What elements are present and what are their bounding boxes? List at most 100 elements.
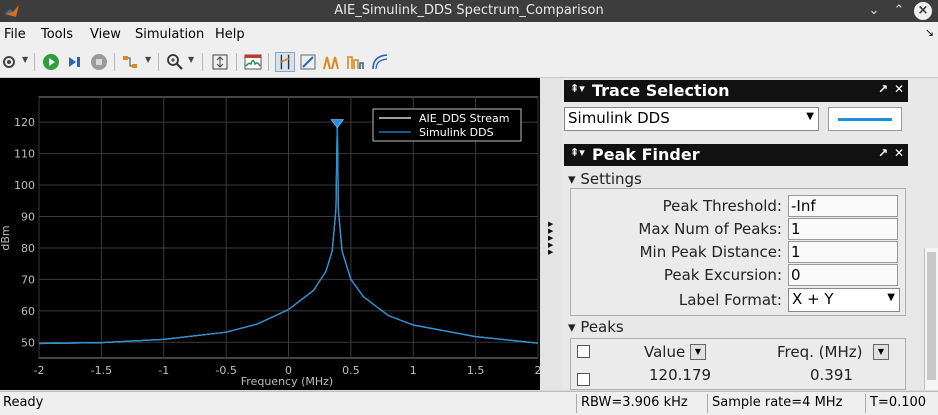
title-bar: AIE_Simulink_DDS Spectrum_Comparison ⌄ ⌃…	[0, 0, 938, 22]
y-tick-label: 70	[21, 273, 35, 286]
toolbar: ▼ ▼ ▼	[0, 48, 938, 78]
step-forward-icon[interactable]	[65, 52, 85, 72]
undock-icon[interactable]: ↗	[878, 146, 888, 160]
spectrum-settings-icon[interactable]	[243, 52, 263, 72]
chevron-down-icon: ▼	[806, 111, 814, 122]
status-ready: Ready	[3, 395, 44, 410]
x-tick-label: 1.5	[467, 364, 485, 377]
plot-legend: AIE_DDS Stream Simulink DDS	[372, 108, 522, 142]
panel-pin-icon[interactable]: ⇞▾	[570, 146, 585, 159]
scrollbar-thumb[interactable]	[927, 252, 936, 380]
x-tick-label: 1	[410, 364, 417, 377]
x-axis-label: Frequency (MHz)	[241, 375, 333, 388]
distortion-measurements-icon[interactable]	[345, 52, 365, 72]
panel-close-icon[interactable]: ✕	[894, 146, 904, 160]
peak-excursion-field[interactable]: 0	[788, 264, 898, 286]
ccdf-measurements-icon[interactable]	[370, 52, 390, 72]
maximize-icon[interactable]: ⌃	[890, 2, 908, 20]
x-tick-label: -1.5	[91, 364, 112, 377]
status-rbw: RBW=3.906 kHz	[581, 395, 688, 410]
zoom-dropdown-icon[interactable]: ▼	[188, 55, 194, 64]
stop-icon[interactable]	[89, 52, 109, 72]
menu-simulation[interactable]: Simulation	[135, 27, 204, 42]
panel-scrollbar[interactable]	[924, 248, 938, 390]
peak-finder-icon[interactable]	[321, 52, 341, 72]
peak-threshold-label: Peak Threshold:	[662, 197, 782, 215]
peak-finder-title: Peak Finder	[592, 145, 700, 164]
x-tick-label: -1	[158, 364, 169, 377]
undock-icon[interactable]: ↗	[878, 82, 888, 96]
label-format-value: X + Y	[792, 290, 834, 308]
x-tick-label: -0.5	[215, 364, 236, 377]
trace-line-swatch	[838, 118, 892, 121]
measurement-edit-icon[interactable]	[298, 52, 318, 72]
menu-help[interactable]: Help	[215, 27, 245, 42]
col-header-value[interactable]: Value	[644, 343, 685, 361]
y-tick-label: 80	[21, 242, 35, 255]
y-tick-label: 110	[14, 148, 35, 161]
legend-label-simulink: Simulink DDS	[419, 126, 494, 139]
legend-label-aie: AIE_DDS Stream	[419, 112, 509, 125]
settings-section-label: Settings	[580, 170, 642, 188]
panel-close-icon[interactable]: ✕	[894, 82, 904, 96]
trace-selection-header: ⇞▾ Trace Selection ↗ ✕	[564, 80, 908, 102]
collapse-arrow-icon[interactable]: ▶	[548, 248, 553, 256]
scale-axes-icon[interactable]	[210, 52, 230, 72]
data-cursors-icon[interactable]	[275, 52, 295, 72]
menu-view[interactable]: View	[90, 27, 121, 42]
peak-value-cell: 120.179	[649, 366, 712, 384]
trace-selection-title: Trace Selection	[592, 81, 730, 100]
x-tick-label: -2	[34, 364, 45, 377]
menu-dock-arrow-icon[interactable]: ↘	[925, 26, 934, 39]
spectrum-display: -2 -1.5 -1 -0.5 0 0.5 1 1.5 2 50 60 70 80 90 100 110 12…	[0, 78, 542, 390]
trace-select-value: Simulink DDS	[568, 109, 670, 127]
spectrum-plot[interactable]: -2 -1.5 -1 -0.5 0 0.5 1 1.5 2 506070809010011012…	[0, 78, 542, 390]
minimize-icon[interactable]: ⌄	[865, 2, 883, 20]
run-icon[interactable]	[41, 52, 61, 72]
menu-bar: File Tools View Simulation Help ↘	[0, 22, 938, 48]
y-tick-label: 50	[21, 336, 35, 349]
chevron-down-icon: ▼	[887, 292, 895, 303]
settings-gear-icon[interactable]	[0, 52, 20, 72]
col-header-freq[interactable]: Freq. (MHz)	[777, 343, 862, 361]
peak-threshold-field[interactable]: -Inf	[788, 195, 898, 217]
peaks-section-label: Peaks	[580, 318, 624, 336]
trace-line-style[interactable]	[828, 107, 902, 131]
label-format-label: Label Format:	[678, 291, 782, 309]
routing-dropdown-icon[interactable]: ▼	[145, 55, 151, 64]
status-time: T=0.100	[870, 395, 927, 410]
panel-divider[interactable]: ▶ ▶ ▶ ▶ ▶	[540, 78, 562, 390]
y-tick-label: 90	[21, 210, 35, 223]
status-sample-rate: Sample rate=4 MHz	[712, 395, 843, 410]
max-num-peaks-field[interactable]: 1	[788, 218, 898, 240]
peak-freq-cell: 0.391	[810, 366, 853, 384]
min-peak-distance-label: Min Peak Distance:	[639, 243, 782, 261]
zoom-in-icon[interactable]	[165, 52, 185, 72]
y-tick-label: 120	[14, 116, 35, 129]
peak-finder-header: ⇞▾ Peak Finder ↗ ✕	[564, 144, 908, 166]
sort-freq-icon[interactable]: ▼	[873, 344, 889, 360]
select-all-peaks-checkbox[interactable]	[577, 345, 590, 358]
y-tick-label: 60	[21, 305, 35, 318]
status-bar: Ready RBW=3.906 kHz Sample rate=4 MHz T=…	[0, 391, 938, 415]
min-peak-distance-field[interactable]: 1	[788, 241, 898, 263]
measurements-panel: ⇞▾ Trace Selection ↗ ✕ Simulink DDS ▼ ⇞▾…	[562, 78, 938, 390]
sort-value-icon[interactable]: ▼	[690, 344, 706, 360]
trace-select[interactable]: Simulink DDS ▼	[564, 107, 819, 131]
close-icon[interactable]: ×	[914, 2, 932, 20]
y-tick-label: 100	[14, 179, 35, 192]
y-axis-label: dBm	[0, 225, 12, 250]
spectrum-analyzer-window: AIE_Simulink_DDS Spectrum_Comparison ⌄ ⌃…	[0, 0, 938, 415]
menu-tools[interactable]: Tools	[41, 27, 73, 42]
max-num-peaks-label: Max Num of Peaks:	[638, 220, 782, 238]
panel-pin-icon[interactable]: ⇞▾	[570, 82, 585, 95]
peak-row-checkbox[interactable]	[577, 373, 590, 386]
peaks-section-toggle[interactable]: ▾ Peaks	[568, 318, 624, 336]
peak-excursion-label: Peak Excursion:	[663, 266, 782, 284]
label-format-select[interactable]: X + Y ▼	[788, 288, 900, 312]
signal-routing-icon[interactable]	[120, 52, 140, 72]
x-tick-label: 0.5	[342, 364, 360, 377]
menu-file[interactable]: File	[4, 27, 26, 42]
settings-dropdown-icon[interactable]: ▼	[22, 55, 28, 64]
settings-section-toggle[interactable]: ▾ Settings	[568, 170, 642, 188]
